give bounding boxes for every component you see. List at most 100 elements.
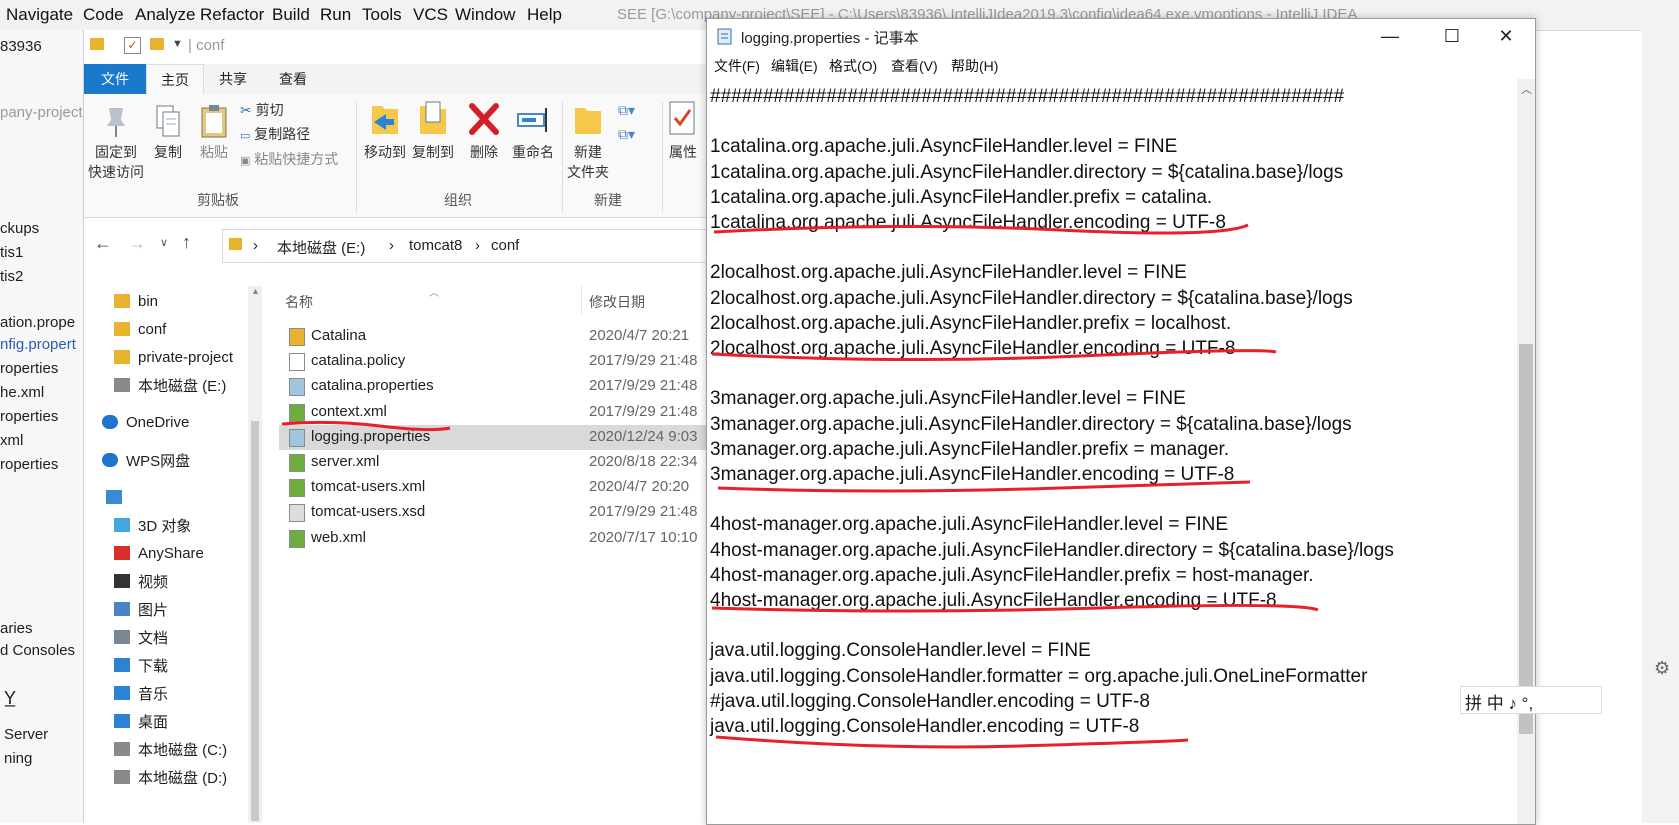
gear-icon[interactable]: ⚙: [1654, 658, 1670, 679]
new-item-icon[interactable]: ⧉▾: [618, 102, 635, 119]
ide-menu-navigate[interactable]: Navigate: [6, 5, 73, 25]
sort-up-icon[interactable]: ︿: [429, 284, 439, 299]
notepad-scroll-thumb[interactable]: [1519, 344, 1533, 734]
ide-menu-run[interactable]: Run: [320, 5, 351, 25]
file-row[interactable]: context.xml 2017/9/29 21:48: [279, 400, 759, 425]
ide-tree-item[interactable]: he.xml: [0, 384, 44, 401]
ide-tree-item[interactable]: pany-project: [0, 104, 83, 121]
notepad-menu-item[interactable]: 帮助(H): [951, 56, 998, 76]
ide-menu-code[interactable]: Code: [83, 5, 124, 25]
copy-path-button[interactable]: ▭ 复制路径: [240, 124, 310, 144]
tab-home[interactable]: 主页: [146, 64, 204, 95]
ide-menu-tools[interactable]: Tools: [362, 5, 402, 25]
file-row[interactable]: catalina.policy 2017/9/29 21:48: [279, 349, 759, 374]
nav-item[interactable]: AnyShare: [114, 540, 204, 566]
ide-tree-item[interactable]: nfig.propert: [0, 336, 76, 353]
ime-status-bar[interactable]: 拼 中 ♪ °,: [1460, 686, 1602, 714]
nav-item[interactable]: 文档: [114, 624, 168, 650]
nav-item[interactable]: 本地磁盘 (E:): [114, 372, 226, 398]
chevron-right-icon[interactable]: ›: [389, 237, 394, 254]
nav-item[interactable]: 本地磁盘 (D:): [114, 764, 227, 790]
ide-menu-analyze[interactable]: Analyze: [135, 5, 195, 25]
ide-menu-build[interactable]: Build: [272, 5, 310, 25]
filter-icon[interactable]: Y̲: [4, 688, 16, 709]
breadcrumb-item[interactable]: 本地磁盘 (E:): [277, 237, 365, 258]
ide-tree-item[interactable]: d Consoles: [0, 642, 75, 659]
properties-button[interactable]: 属性: [666, 100, 700, 162]
delete-button[interactable]: 删除: [464, 100, 504, 162]
ide-tree-item[interactable]: roperties: [0, 408, 58, 425]
ide-tree-item[interactable]: tis2: [0, 268, 23, 285]
ide-tree-item[interactable]: roperties: [0, 360, 58, 377]
nav-scroll-thumb[interactable]: [251, 421, 259, 821]
file-row[interactable]: server.xml 2020/8/18 22:34: [279, 450, 759, 475]
nav-item[interactable]: 音乐: [114, 680, 168, 706]
nav-item[interactable]: WPS网盘: [102, 447, 190, 473]
notepad-menu-item[interactable]: 格式(O): [829, 56, 877, 76]
ide-bottom-item-server[interactable]: Server: [4, 726, 48, 743]
easy-access-icon[interactable]: ⧉▾: [618, 126, 635, 143]
tab-share[interactable]: 共享: [208, 64, 258, 94]
ide-tree-item[interactable]: aries: [0, 620, 33, 637]
tab-file[interactable]: 文件: [84, 64, 146, 94]
file-row[interactable]: Catalina 2020/4/7 20:21: [279, 324, 759, 349]
nav-item[interactable]: 图片: [114, 596, 168, 622]
notepad-menu-item[interactable]: 编辑(E): [771, 56, 818, 76]
address-bar[interactable]: › 本地磁盘 (E:) › tomcat8 › conf: [222, 229, 764, 263]
ide-menu-vcs[interactable]: VCS: [413, 5, 448, 25]
rename-button[interactable]: 重命名: [508, 100, 558, 162]
ide-bottom-item-running[interactable]: ning: [4, 750, 32, 767]
minimize-icon[interactable]: —: [1367, 21, 1413, 51]
nav-item[interactable]: 下载: [114, 652, 168, 678]
ide-tree-item[interactable]: ckups: [0, 220, 39, 237]
nav-item[interactable]: private-project: [114, 344, 233, 370]
nav-item[interactable]: 桌面: [114, 708, 168, 734]
forward-arrow-icon[interactable]: →: [128, 233, 146, 254]
copy-to-button[interactable]: 复制到: [410, 100, 456, 162]
chevron-right-icon[interactable]: ›: [475, 237, 480, 254]
nav-item[interactable]: bin: [114, 288, 158, 314]
ide-menu-help[interactable]: Help: [527, 5, 562, 25]
ide-menu-refactor[interactable]: Refactor: [200, 5, 264, 25]
new-folder-quick-icon[interactable]: [150, 38, 164, 50]
breadcrumb-item[interactable]: tomcat8: [409, 237, 462, 254]
ide-tree-item[interactable]: ation.prope: [0, 314, 75, 331]
breadcrumb-item[interactable]: conf: [491, 237, 519, 254]
maximize-icon[interactable]: ☐: [1429, 21, 1475, 51]
new-folder-button[interactable]: 新建 文件夹: [566, 100, 610, 182]
scroll-up-icon[interactable]: ︿: [1521, 81, 1532, 97]
pin-quick-access-button[interactable]: 固定到 快速访问: [86, 104, 146, 182]
move-to-button[interactable]: 移动到: [362, 100, 408, 162]
column-header-name[interactable]: 名称: [285, 292, 313, 312]
column-divider[interactable]: [581, 286, 582, 314]
quick-access-dropdown-icon[interactable]: ▼: [172, 38, 183, 50]
back-arrow-icon[interactable]: ←: [94, 233, 112, 254]
paste-button[interactable]: 粘贴: [192, 104, 236, 162]
up-arrow-icon[interactable]: ↑: [182, 232, 191, 253]
nav-item[interactable]: [106, 484, 130, 510]
ide-tree-item[interactable]: xml: [0, 432, 23, 449]
file-row[interactable]: catalina.properties 2017/9/29 21:48: [279, 374, 759, 399]
notepad-menu-item[interactable]: 查看(V): [891, 56, 938, 76]
nav-item[interactable]: conf: [114, 316, 166, 342]
nav-item[interactable]: OneDrive: [102, 409, 189, 435]
file-row[interactable]: tomcat-users.xsd 2017/9/29 21:48: [279, 500, 759, 525]
chevron-right-icon[interactable]: ›: [253, 237, 258, 254]
cut-button[interactable]: ✂ 剪切: [240, 100, 284, 120]
column-header-date[interactable]: 修改日期: [589, 292, 645, 312]
file-row[interactable]: logging.properties 2020/12/24 9:03: [279, 424, 759, 450]
paste-shortcut-button[interactable]: ▣ 粘贴快捷方式: [240, 149, 338, 169]
copy-button[interactable]: 复制: [148, 104, 188, 162]
nav-item[interactable]: 视频: [114, 568, 168, 594]
scroll-up-icon[interactable]: ▲: [251, 286, 260, 296]
file-row[interactable]: tomcat-users.xml 2020/4/7 20:20: [279, 475, 759, 500]
tab-view[interactable]: 查看: [268, 64, 318, 94]
ide-tree-item[interactable]: tis1: [0, 244, 23, 261]
nav-item[interactable]: 3D 对象: [114, 512, 191, 538]
notepad-menu-item[interactable]: 文件(F): [714, 56, 760, 76]
file-row[interactable]: web.xml 2020/7/17 10:10: [279, 526, 759, 551]
nav-item[interactable]: 本地磁盘 (C:): [114, 736, 227, 762]
notepad-editor[interactable]: ########################################…: [710, 79, 1510, 824]
recent-locations-icon[interactable]: ∨: [160, 236, 168, 249]
properties-check-icon[interactable]: ✓: [124, 37, 141, 54]
